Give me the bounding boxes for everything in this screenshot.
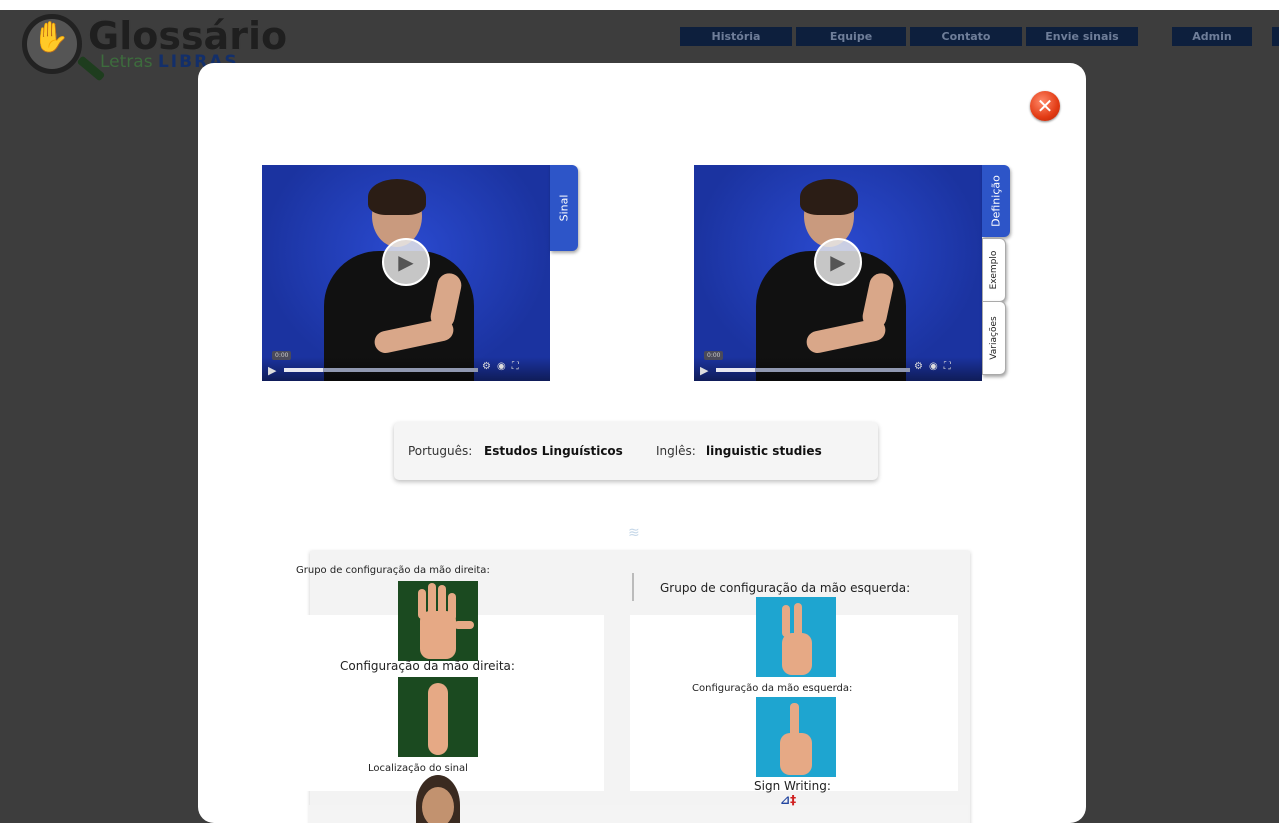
play-icon[interactable]: ▶: [382, 238, 430, 286]
bottom-strip: [308, 805, 968, 823]
tab-definicao-label: Definição: [989, 175, 1003, 227]
control-icons: ⚙ ◉ ⛶: [914, 361, 957, 372]
tab-exemplo-label: Exemplo: [989, 250, 999, 290]
finger-shape: [428, 583, 436, 617]
close-icon[interactable]: ✕: [1030, 91, 1060, 121]
quality-icon[interactable]: ⚙: [914, 361, 923, 372]
logo-subtitle-prefix: Letras: [100, 52, 153, 72]
tab-exemplo[interactable]: Exemplo: [982, 238, 1006, 302]
video-controls: 0:00 ▶ ⚙ ◉ ⛶: [694, 351, 982, 381]
section-divider: [632, 573, 634, 601]
english-value: linguistic studies: [706, 444, 822, 458]
fullscreen-icon[interactable]: ⛶: [512, 361, 519, 372]
finger-shape: [418, 589, 426, 619]
right-config-label: Configuração da mão direita:: [340, 659, 515, 673]
expand-icon[interactable]: ≋: [628, 525, 640, 541]
tab-sinal[interactable]: Sinal: [550, 165, 578, 251]
progress-bar[interactable]: [716, 368, 910, 372]
quality-icon[interactable]: ⚙: [482, 361, 491, 372]
progress-fill: [716, 368, 755, 372]
sign-detail-modal: ✕ ▶ 0:00 ▶ ⚙ ◉ ⛶ Sinal ▶ 0:00 ▶ ⚙ ◉ ⛶ De…: [198, 63, 1086, 823]
finger-shape: [794, 603, 802, 637]
signer-hair: [800, 179, 858, 215]
finger-shape: [782, 605, 790, 637]
logo-title: Glossário: [88, 14, 288, 58]
play-icon[interactable]: ▶: [814, 238, 862, 286]
signer-hair: [368, 179, 426, 215]
control-icons: ⚙ ◉ ⛶: [482, 361, 525, 372]
right-config-hand-image: [398, 677, 478, 757]
english-label: Inglês:: [656, 444, 696, 458]
left-config-hand-image: [756, 697, 836, 777]
left-config-label: Configuração da mão esquerda:: [692, 683, 853, 694]
nav-historia[interactable]: História: [680, 27, 792, 46]
palm-shape: [780, 733, 812, 775]
progress-bar[interactable]: [284, 368, 478, 372]
tab-variacoes-label: Variações: [989, 316, 999, 360]
palm-shape: [428, 683, 448, 755]
finger-shape: [438, 585, 446, 617]
hand-configuration-section: Grupo de configuração da mão direita: Gr…: [294, 551, 970, 823]
sign-video-player[interactable]: ▶ 0:00 ▶ ⚙ ◉ ⛶: [262, 165, 550, 381]
location-person-face: [422, 787, 454, 823]
portuguese-value: Estudos Linguísticos: [484, 444, 623, 458]
palm-shape: [782, 633, 812, 675]
nav-admin[interactable]: Admin: [1172, 27, 1252, 46]
fullscreen-icon[interactable]: ⛶: [944, 361, 951, 372]
portuguese-label: Português:: [408, 444, 473, 458]
location-label: Localização do sinal: [368, 763, 468, 774]
volume-icon[interactable]: ◉: [497, 361, 506, 372]
time-display: 0:00: [704, 351, 724, 360]
finger-shape: [790, 703, 799, 739]
tab-variacoes[interactable]: Variações: [982, 301, 1006, 375]
definition-video-player[interactable]: ▶ 0:00 ▶ ⚙ ◉ ⛶: [694, 165, 982, 381]
nav-edge: [1272, 27, 1279, 46]
finger-shape: [448, 593, 456, 621]
top-border: [0, 0, 1279, 10]
left-group-hand-image: [756, 597, 836, 677]
nav-equipe[interactable]: Equipe: [796, 27, 906, 46]
tab-sinal-label: Sinal: [557, 194, 571, 222]
thumb-shape: [454, 621, 474, 629]
left-group-label: Grupo de configuração da mão esquerda:: [660, 581, 911, 595]
control-play-icon[interactable]: ▶: [268, 364, 276, 377]
nav-envie-sinais[interactable]: Envie sinais: [1026, 27, 1138, 46]
tab-definicao[interactable]: Definição: [982, 165, 1010, 237]
translation-box: Português: Estudos Linguísticos Inglês: …: [394, 422, 878, 480]
time-display: 0:00: [272, 351, 292, 360]
right-group-label: Grupo de configuração da mão direita:: [296, 565, 490, 576]
progress-fill: [284, 368, 323, 372]
hand-icon: ✋: [32, 20, 70, 55]
right-group-hand-image: [398, 581, 478, 661]
signwriting-label: Sign Writing:: [754, 779, 831, 793]
volume-icon[interactable]: ◉: [929, 361, 938, 372]
control-play-icon[interactable]: ▶: [700, 364, 708, 377]
video-controls: 0:00 ▶ ⚙ ◉ ⛶: [262, 351, 550, 381]
nav-contato[interactable]: Contato: [910, 27, 1022, 46]
